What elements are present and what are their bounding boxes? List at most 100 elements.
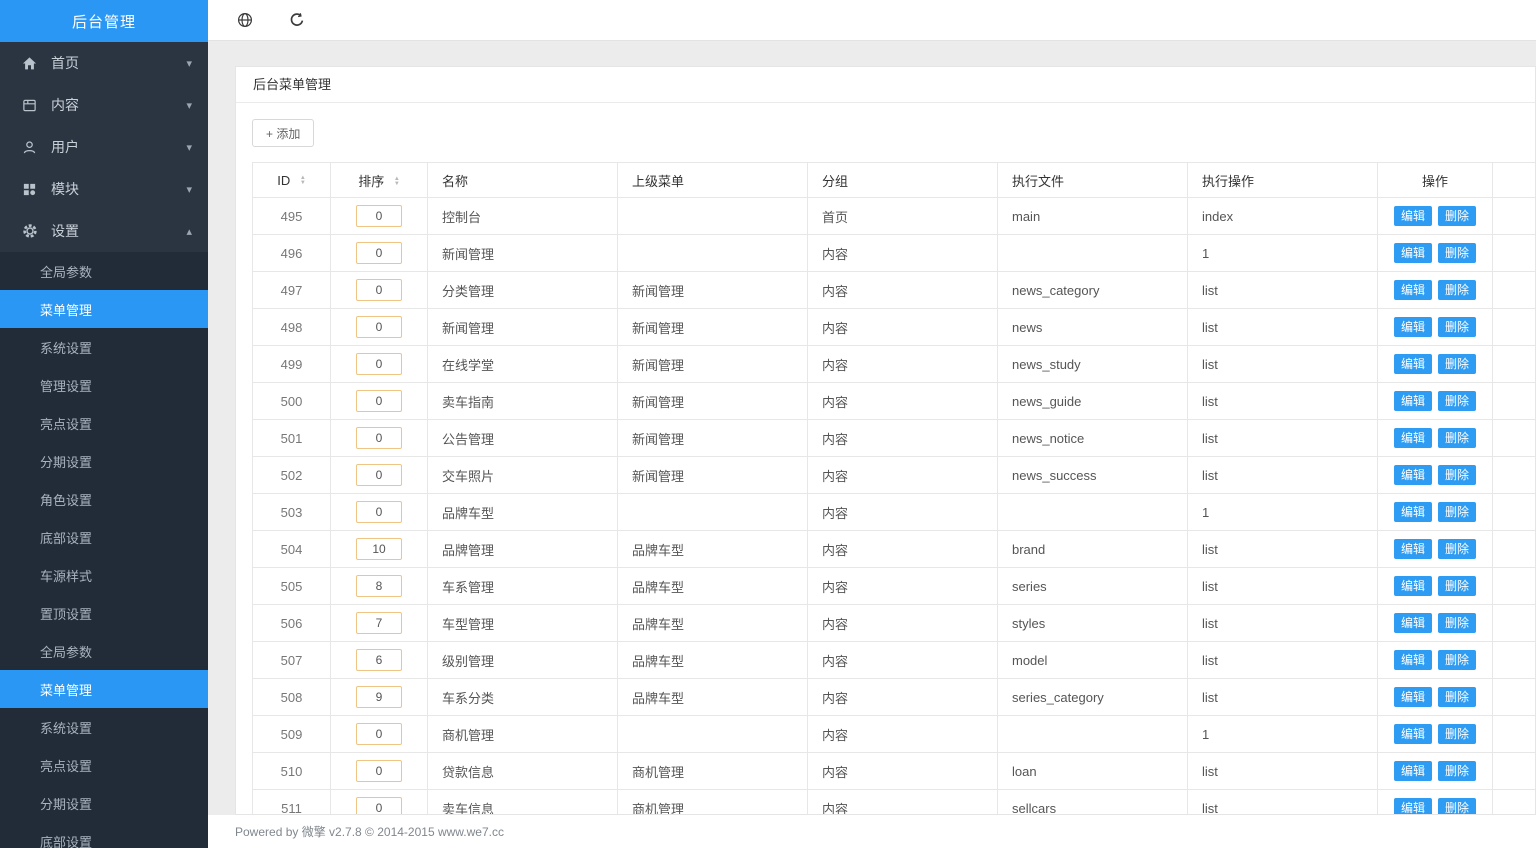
sidebar-item-home[interactable]: 首页▾ [0, 42, 208, 84]
delete-button[interactable]: 删除 [1438, 613, 1476, 633]
sort-input[interactable] [356, 242, 402, 264]
add-button[interactable]: + 添加 [252, 119, 314, 147]
sort-input[interactable] [356, 538, 402, 560]
cell-id: 495 [253, 198, 331, 235]
cell-parent: 商机管理 [618, 753, 808, 790]
submenu-item[interactable]: 分期设置 [0, 442, 208, 480]
table-row: 499在线学堂新闻管理内容news_studylist编辑删除 [253, 346, 1536, 383]
sort-input[interactable] [356, 501, 402, 523]
sort-input[interactable] [356, 316, 402, 338]
submenu-item[interactable]: 全局参数 [0, 252, 208, 290]
sort-input[interactable] [356, 797, 402, 815]
cell-sort [331, 346, 428, 383]
cell-id: 508 [253, 679, 331, 716]
refresh-icon[interactable] [289, 12, 305, 28]
sort-input[interactable] [356, 612, 402, 634]
cell-id: 503 [253, 494, 331, 531]
edit-button[interactable]: 编辑 [1394, 502, 1432, 522]
cell-extra [1493, 568, 1536, 605]
delete-button[interactable]: 删除 [1438, 206, 1476, 226]
globe-icon[interactable] [237, 12, 253, 28]
delete-button[interactable]: 删除 [1438, 317, 1476, 337]
sort-input[interactable] [356, 205, 402, 227]
delete-button[interactable]: 删除 [1438, 761, 1476, 781]
cell-group: 内容 [808, 790, 998, 816]
edit-button[interactable]: 编辑 [1394, 576, 1432, 596]
sidebar-item-settings[interactable]: 设置▴ [0, 210, 208, 252]
edit-button[interactable]: 编辑 [1394, 687, 1432, 707]
edit-button[interactable]: 编辑 [1394, 539, 1432, 559]
sidebar-item-user[interactable]: 用户▾ [0, 126, 208, 168]
sort-input[interactable] [356, 723, 402, 745]
edit-button[interactable]: 编辑 [1394, 724, 1432, 744]
submenu-item[interactable]: 菜单管理 [0, 290, 208, 328]
edit-button[interactable]: 编辑 [1394, 391, 1432, 411]
submenu-item[interactable]: 菜单管理 [0, 670, 208, 708]
submenu-item[interactable]: 角色设置 [0, 480, 208, 518]
sidebar-item-content[interactable]: 内容▾ [0, 84, 208, 126]
delete-button[interactable]: 删除 [1438, 576, 1476, 596]
submenu-item[interactable]: 系统设置 [0, 328, 208, 366]
edit-button[interactable]: 编辑 [1394, 354, 1432, 374]
header-sort[interactable]: 排序 ▲▼ [331, 163, 428, 198]
edit-button[interactable]: 编辑 [1394, 206, 1432, 226]
sort-input[interactable] [356, 686, 402, 708]
cell-id: 505 [253, 568, 331, 605]
delete-button[interactable]: 删除 [1438, 539, 1476, 559]
delete-button[interactable]: 删除 [1438, 502, 1476, 522]
delete-button[interactable]: 删除 [1438, 428, 1476, 448]
delete-button[interactable]: 删除 [1438, 650, 1476, 670]
submenu-item[interactable]: 亮点设置 [0, 746, 208, 784]
header-extra [1493, 163, 1536, 198]
sort-carets-icon: ▲▼ [394, 177, 400, 187]
cell-file: news_category [998, 272, 1188, 309]
cell-extra [1493, 716, 1536, 753]
sidebar-item-module[interactable]: 模块▾ [0, 168, 208, 210]
cell-parent: 品牌车型 [618, 605, 808, 642]
sort-input[interactable] [356, 427, 402, 449]
submenu-item[interactable]: 系统设置 [0, 708, 208, 746]
edit-button[interactable]: 编辑 [1394, 280, 1432, 300]
cell-ops: 编辑删除 [1378, 420, 1493, 457]
cell-group: 内容 [808, 753, 998, 790]
submenu-item[interactable]: 车源样式 [0, 556, 208, 594]
delete-button[interactable]: 删除 [1438, 687, 1476, 707]
edit-button[interactable]: 编辑 [1394, 465, 1432, 485]
edit-button[interactable]: 编辑 [1394, 798, 1432, 815]
edit-button[interactable]: 编辑 [1394, 243, 1432, 263]
edit-button[interactable]: 编辑 [1394, 428, 1432, 448]
header-id[interactable]: ID ▲▼ [253, 163, 331, 198]
sidebar-item-label: 模块 [51, 179, 79, 199]
delete-button[interactable]: 删除 [1438, 280, 1476, 300]
submenu-item[interactable]: 分期设置 [0, 784, 208, 822]
sort-input[interactable] [356, 353, 402, 375]
delete-button[interactable]: 删除 [1438, 798, 1476, 815]
cell-action: list [1188, 272, 1378, 309]
submenu-item[interactable]: 置顶设置 [0, 594, 208, 632]
delete-button[interactable]: 删除 [1438, 465, 1476, 485]
cell-ops: 编辑删除 [1378, 790, 1493, 816]
submenu-item[interactable]: 亮点设置 [0, 404, 208, 442]
edit-button[interactable]: 编辑 [1394, 613, 1432, 633]
sort-input[interactable] [356, 279, 402, 301]
submenu-item[interactable]: 全局参数 [0, 632, 208, 670]
edit-button[interactable]: 编辑 [1394, 761, 1432, 781]
cell-group: 内容 [808, 494, 998, 531]
sort-input[interactable] [356, 760, 402, 782]
delete-button[interactable]: 删除 [1438, 243, 1476, 263]
edit-button[interactable]: 编辑 [1394, 317, 1432, 337]
sort-input[interactable] [356, 649, 402, 671]
sort-input[interactable] [356, 575, 402, 597]
edit-button[interactable]: 编辑 [1394, 650, 1432, 670]
delete-button[interactable]: 删除 [1438, 354, 1476, 374]
submenu-item[interactable]: 底部设置 [0, 518, 208, 556]
delete-button[interactable]: 删除 [1438, 724, 1476, 744]
submenu-item[interactable]: 底部设置 [0, 822, 208, 848]
sort-input[interactable] [356, 390, 402, 412]
topbar [208, 0, 1536, 41]
cell-ops: 编辑删除 [1378, 383, 1493, 420]
header-group: 分组 [808, 163, 998, 198]
submenu-item[interactable]: 管理设置 [0, 366, 208, 404]
delete-button[interactable]: 删除 [1438, 391, 1476, 411]
sort-input[interactable] [356, 464, 402, 486]
